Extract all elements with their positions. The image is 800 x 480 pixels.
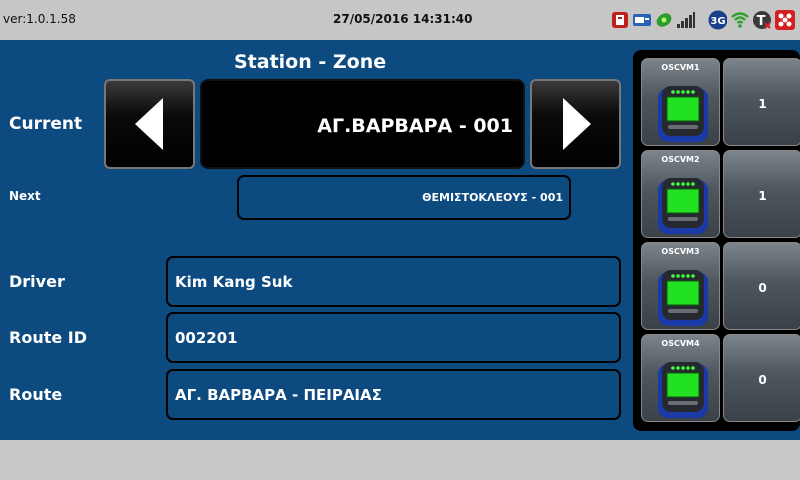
driver-label: Driver [9,272,65,291]
arrow-left-icon [134,98,163,150]
next-station-value: ΘΕΜΙΣΤΟΚΛΕΟΥΣ - 001 [422,191,563,204]
validator-device-icon [658,86,708,142]
validator-name: OSCVM1 [661,63,700,72]
route-id-value: 002201 [175,329,238,347]
wifi-icon [730,10,750,30]
validator-device-icon [658,362,708,418]
3g-icon: 3G [707,10,727,30]
signal-bars-icon [676,10,696,30]
validator-button-4[interactable]: OSCVM4 [641,334,720,422]
version-text: ver:1.0.1.58 [3,12,76,26]
route-value: ΑΓ. ΒΑΡΒΑΡΑ - ΠΕΙΡΑΙΑΣ [175,386,382,404]
validator-count: 0 [758,281,767,295]
validator-count-button-3[interactable]: 0 [723,242,800,330]
previous-station-button[interactable] [104,79,195,169]
current-label: Current [9,114,83,134]
card-reader-icon [632,10,652,30]
validator-button-3[interactable]: OSCVM3 [641,242,720,330]
validator-count: 1 [758,97,767,111]
validator-button-2[interactable]: OSCVM2 [641,150,720,238]
validator-count: 1 [758,189,767,203]
validator-button-1[interactable]: OSCVM1 [641,58,720,146]
current-station-value: ΑΓ.ΒΑΡΒΑΡΑ - 001 [317,115,513,137]
validator-name: OSCVM2 [661,155,700,164]
red-device-icon [610,10,630,30]
t-icon-label: T [757,14,766,29]
driver-field[interactable]: Kim Kang Suk [166,256,621,307]
validator-count-button-4[interactable]: 0 [723,334,800,422]
current-station-display: ΑΓ.ΒΑΡΒΑΡΑ - 001 [200,79,525,169]
validator-count-button-2[interactable]: 1 [723,150,800,238]
validator-name: OSCVM4 [661,339,700,348]
bottom-bar [0,440,800,480]
validator-device-icon [658,178,708,234]
route-id-field[interactable]: 002201 [166,312,621,363]
validator-panel: OSCVM1 1 OSCVM2 1 OSCVM3 0 OSCVM4 0 [633,50,800,431]
green-gps-icon [654,10,674,30]
route-id-label: Route ID [9,328,88,347]
page-title: Station - Zone [234,51,387,73]
next-station-button[interactable] [530,79,621,169]
next-station-display: ΘΕΜΙΣΤΟΚΛΕΟΥΣ - 001 [237,175,571,220]
route-field[interactable]: ΑΓ. ΒΑΡΒΑΡΑ - ΠΕΙΡΑΙΑΣ [166,369,621,420]
3g-icon-label: 3G [710,16,725,27]
t-disabled-icon: T [752,10,772,30]
driver-value: Kim Kang Suk [175,273,293,291]
arrow-right-icon [562,98,591,150]
route-label: Route [9,385,63,404]
validator-device-icon [658,270,708,326]
validator-count: 0 [758,373,767,387]
next-label: Next [9,189,41,203]
network-red-icon [775,10,795,30]
status-bar: ver:1.0.1.58 27/05/2016 14:31:40 3G T [0,0,800,40]
validator-name: OSCVM3 [661,247,700,256]
datetime-text: 27/05/2016 14:31:40 [333,12,473,26]
validator-count-button-1[interactable]: 1 [723,58,800,146]
